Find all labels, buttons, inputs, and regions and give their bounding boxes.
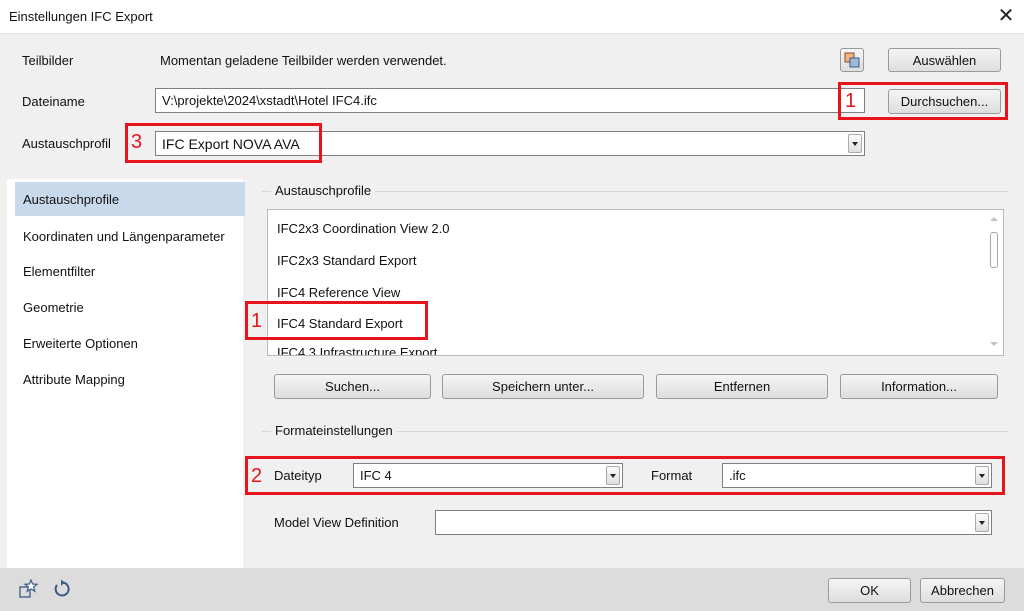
list-item[interactable]: IFC2x3 Coordination View 2.0 <box>277 221 449 236</box>
layers-icon <box>844 52 860 68</box>
settings-nav: Austauschprofile Koordinaten und Längenp… <box>7 179 245 568</box>
nav-item-elementfilter[interactable]: Elementfilter <box>15 254 245 288</box>
teilbilder-label: Teilbilder <box>22 53 74 68</box>
speichern-unter-button[interactable]: Speichern unter... <box>442 374 644 399</box>
annotation-box-profile <box>125 123 322 163</box>
title-bar: Einstellungen IFC Export ✕ <box>0 0 1024 34</box>
window-title: Einstellungen IFC Export <box>9 9 153 24</box>
annotation-marker-1-list: 1 <box>251 310 263 332</box>
list-item[interactable]: IFC4 Reference View <box>277 285 400 300</box>
list-item[interactable]: IFC4.3 Infrastructure Export <box>277 345 437 355</box>
scroll-up-icon[interactable] <box>990 217 998 221</box>
profiles-scrollbar[interactable] <box>986 211 1002 354</box>
annotation-box-standard-export <box>245 301 428 340</box>
annotation-marker-3: 3 <box>131 131 143 153</box>
information-button[interactable]: Information... <box>840 374 998 399</box>
profiles-group-title: Austauschprofile <box>271 183 376 198</box>
favorite-star-icon[interactable] <box>18 578 39 599</box>
ok-button[interactable]: OK <box>828 578 911 603</box>
mvd-label: Model View Definition <box>274 515 399 530</box>
teilbilder-icon-button[interactable] <box>840 48 864 72</box>
list-item[interactable]: IFC2x3 Standard Export <box>277 253 416 268</box>
auswaehlen-button[interactable]: Auswählen <box>888 48 1001 72</box>
dateiname-label: Dateiname <box>22 94 85 109</box>
austauschprofil-label: Austauschprofil <box>22 136 111 151</box>
annotation-box-format <box>245 456 1005 495</box>
teilbilder-info: Momentan geladene Teilbilder werden verw… <box>160 53 447 68</box>
nav-item-geometrie[interactable]: Geometrie <box>15 290 245 324</box>
dateiname-input[interactable]: V:\projekte\2024\xstadt\Hotel IFC4.ifc <box>155 88 865 113</box>
scroll-down-icon[interactable] <box>990 342 998 346</box>
chevron-down-icon[interactable] <box>975 513 989 532</box>
chevron-down-icon[interactable] <box>848 134 862 153</box>
abbrechen-button[interactable]: Abbrechen <box>920 578 1005 603</box>
reset-icon[interactable] <box>52 579 72 599</box>
annotation-box-browse <box>838 82 1008 120</box>
nav-item-koordinaten[interactable]: Koordinaten und Längenparameter <box>15 219 245 253</box>
suchen-button[interactable]: Suchen... <box>274 374 431 399</box>
nav-item-attribute-mapping[interactable]: Attribute Mapping <box>15 362 245 396</box>
format-group-title: Formateinstellungen <box>271 423 397 438</box>
mvd-select[interactable] <box>435 510 992 535</box>
annotation-marker-2: 2 <box>251 465 263 487</box>
entfernen-button[interactable]: Entfernen <box>656 374 828 399</box>
nav-item-austauschprofile[interactable]: Austauschprofile <box>15 182 245 216</box>
close-icon[interactable]: ✕ <box>988 0 1024 34</box>
scroll-thumb[interactable] <box>990 232 998 268</box>
annotation-marker-1-top: 1 <box>845 90 857 112</box>
footer-bar: OK Abbrechen <box>0 568 1024 611</box>
nav-item-erweiterte-optionen[interactable]: Erweiterte Optionen <box>15 326 245 360</box>
